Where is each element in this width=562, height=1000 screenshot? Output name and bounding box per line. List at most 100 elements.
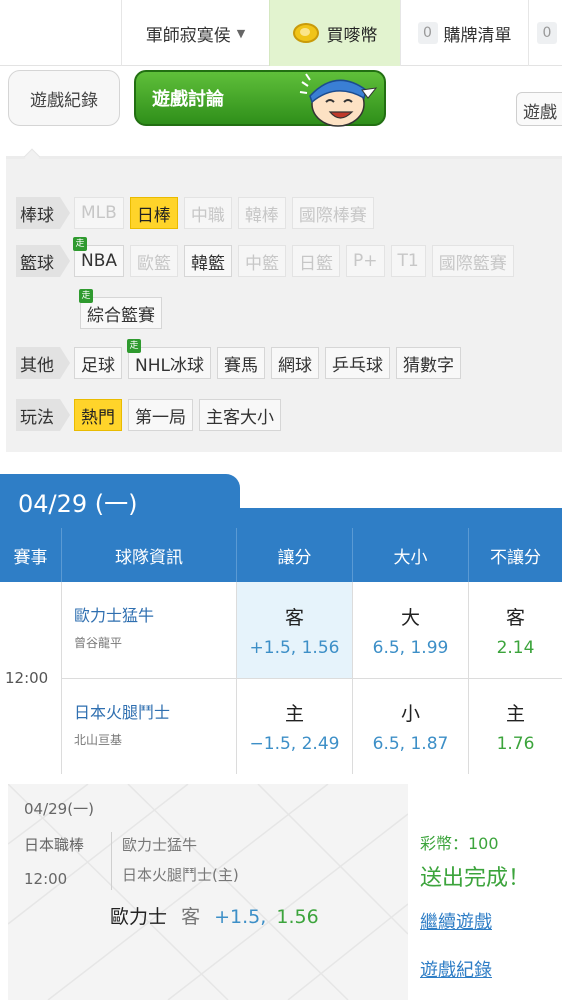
filter-row-play: 玩法 熱門 第一局 主客大小 <box>16 399 287 431</box>
chip-mixed-basketball-label: 綜合籃賽 <box>87 305 155 326</box>
tab-game-partial-label: 遊戲 <box>523 103 557 123</box>
date-label: 04/29 (一) <box>18 489 138 518</box>
walk-badge: 走 <box>73 237 87 251</box>
buy-coins-label: 買嘜幣 <box>326 25 378 46</box>
chip-home-away-total[interactable]: 主客大小 <box>199 399 281 431</box>
game-record-link[interactable]: 遊戲紀錄 <box>420 956 492 982</box>
odds-value: 2.14 <box>496 637 535 658</box>
team-name-away[interactable]: 歐力士猛牛 <box>74 602 236 626</box>
pick-side: 客 <box>181 906 201 928</box>
confirm-status-box: 彩幣：100 送出完成！ 繼續遊戲 遊戲紀錄 <box>408 784 562 1000</box>
chip-nhl[interactable]: 走 NHL冰球 <box>127 339 211 379</box>
chip-nba-label: NBA <box>81 251 118 271</box>
buy-coins-button[interactable]: 買嘜幣 <box>269 0 400 66</box>
chip-intl-basketball[interactable]: 國際籃賽 <box>431 245 514 277</box>
odds-value: 6.5, 1.87 <box>372 734 449 754</box>
walk-badge: 走 <box>79 289 93 303</box>
header-spread: 讓分 <box>237 528 353 582</box>
confirm-away-team: 歐力士猛牛 <box>122 836 198 854</box>
odds-value: +1.5, 1.56 <box>249 637 340 658</box>
category-basketball: 籃球 <box>16 245 70 277</box>
game-time-cell: 12:00 <box>0 582 62 774</box>
odds-total-under[interactable]: 小 6.5, 1.87 <box>353 679 469 774</box>
pitcher-home: 北山亘基 <box>74 733 123 747</box>
chip-first-inning[interactable]: 第一局 <box>128 399 193 431</box>
odds-moneyline-home[interactable]: 主 1.76 <box>469 679 562 774</box>
pick-team: 歐力士 <box>110 906 168 928</box>
chip-kbl[interactable]: 韓籃 <box>184 245 233 277</box>
header-total: 大小 <box>353 528 469 582</box>
chip-cpbl[interactable]: 中職 <box>183 197 232 229</box>
header-event: 賽事 <box>0 528 62 582</box>
odds-side: 主 <box>505 703 525 725</box>
chip-intl-baseball[interactable]: 國際棒賽 <box>291 197 374 229</box>
submit-complete-text: 送出完成！ <box>420 866 531 891</box>
category-play: 玩法 <box>16 399 70 431</box>
chevron-down-icon: ▼ <box>236 26 246 40</box>
chip-euro-basketball[interactable]: 歐籃 <box>130 245 179 277</box>
confirm-home-team: 日本火腿鬥士(主) <box>122 866 239 884</box>
filter-row-basketball-2: 走 綜合籃賽 <box>79 289 168 329</box>
chip-tennis[interactable]: 網球 <box>270 347 319 379</box>
odds-table-header: 賽事 球隊資訊 讓分 大小 不讓分 <box>0 528 562 582</box>
date-banner: 04/29 (一) <box>0 474 240 528</box>
odds-side: 客 <box>284 606 304 629</box>
chip-hot[interactable]: 熱門 <box>74 399 122 431</box>
cart-label: 購牌清單 <box>443 25 512 46</box>
chip-mlb[interactable]: MLB <box>74 197 124 229</box>
panel-notch <box>23 148 41 166</box>
chip-mixed-basketball[interactable]: 走 綜合籃賽 <box>79 289 162 329</box>
chip-soccer[interactable]: 足球 <box>74 347 122 379</box>
filter-row-other: 其他 足球 走 NHL冰球 賽馬 網球 乒乓球 猜數字 <box>16 339 467 379</box>
odds-side: 主 <box>284 703 304 725</box>
cart-button[interactable]: 0 購牌清單 <box>400 0 528 66</box>
chip-t1[interactable]: T1 <box>390 245 426 277</box>
odds-spread-away[interactable]: 客 +1.5, 1.56 <box>237 582 353 678</box>
chip-horse-racing[interactable]: 賽馬 <box>216 347 265 379</box>
chip-p-league[interactable]: P+ <box>346 245 385 277</box>
pick-line: +1.5, <box>214 906 267 928</box>
username: 軍師寂寞侯 <box>145 25 231 46</box>
top-bar: 軍師寂寞侯 ▼ 買嘜幣 0 購牌清單 0 說 <box>0 0 562 66</box>
chip-jbl[interactable]: 日籃 <box>292 245 341 277</box>
chip-guess-number[interactable]: 猜數字 <box>395 347 461 379</box>
more-menu-button[interactable]: 0 說 <box>528 0 562 66</box>
chip-npb[interactable]: 日棒 <box>129 197 178 229</box>
header-moneyline: 不讓分 <box>469 528 562 582</box>
odds-side: 大 <box>400 606 420 629</box>
continue-game-link[interactable]: 繼續遊戲 <box>420 908 492 934</box>
tab-game-record-label: 遊戲紀錄 <box>30 90 98 111</box>
confirm-league: 日本職棒 <box>24 836 85 854</box>
tab-game-record[interactable]: 遊戲紀錄 <box>8 70 120 126</box>
game-time: 12:00 <box>5 669 49 687</box>
filter-panel: 棒球 MLB 日棒 中職 韓棒 國際棒賽 籃球 走 NBA 歐籃 韓籃 中籃 日… <box>6 148 562 452</box>
confirm-pick: 歐力士 客 +1.5, 1.56 <box>110 902 319 929</box>
chip-nhl-label: NHL冰球 <box>135 355 204 376</box>
tab-game-discussion[interactable]: 遊戲討論 <box>134 70 386 127</box>
more-count-badge: 0 <box>537 22 557 44</box>
odds-spread-home[interactable]: 主 −1.5, 2.49 <box>237 679 353 774</box>
divider <box>111 832 112 890</box>
team-name-home[interactable]: 日本火腿鬥士 <box>74 699 236 723</box>
confirm-date: 04/29(一) <box>24 800 94 818</box>
coins-cost: 彩幣：100 <box>420 834 499 853</box>
odds-moneyline-away[interactable]: 客 2.14 <box>469 582 562 678</box>
walk-badge: 走 <box>127 339 141 353</box>
chip-table-tennis[interactable]: 乒乓球 <box>324 347 390 379</box>
bet-confirmation-panel: 04/29(一) 日本職棒 12:00 歐力士猛牛 日本火腿鬥士(主) 歐力士 … <box>8 784 562 1000</box>
tab-game-partial[interactable]: 遊戲 <box>516 92 562 126</box>
coin-icon <box>292 23 319 43</box>
odds-value: 1.76 <box>496 734 535 754</box>
cart-count-badge: 0 <box>417 22 438 44</box>
header-team-info: 球隊資訊 <box>62 528 237 582</box>
mascot-icon <box>299 73 378 127</box>
team-cell-away: 歐力士猛牛 曾谷龍平 <box>62 582 237 678</box>
filter-row-basketball: 籃球 走 NBA 歐籃 韓籃 中籃 日籃 P+ T1 國際籃賽 <box>16 237 520 277</box>
chip-kbo[interactable]: 韓棒 <box>237 197 286 229</box>
chip-sbl[interactable]: 中籃 <box>238 245 287 277</box>
tab-game-discussion-label: 遊戲討論 <box>152 89 224 110</box>
user-menu[interactable]: 軍師寂寞侯 ▼ <box>121 0 269 66</box>
confirm-time: 12:00 <box>24 870 68 888</box>
odds-total-over[interactable]: 大 6.5, 1.99 <box>353 582 469 678</box>
chip-nba[interactable]: 走 NBA <box>73 237 125 277</box>
